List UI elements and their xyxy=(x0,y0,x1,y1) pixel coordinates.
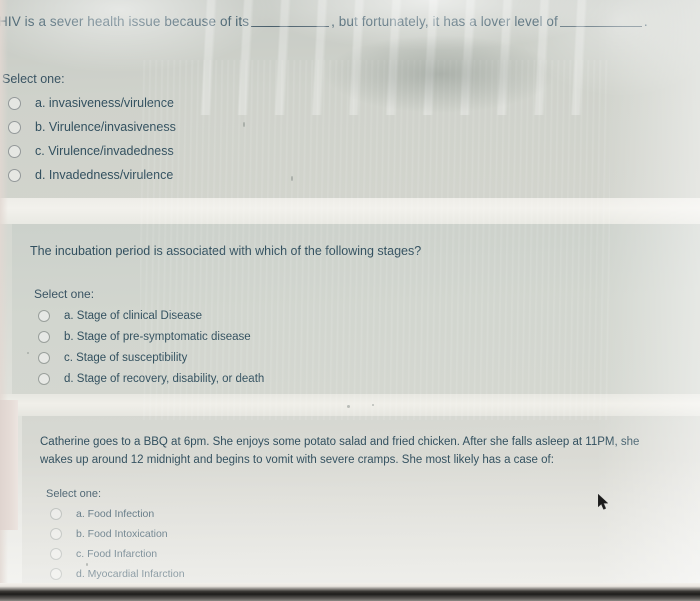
question-1-option-c[interactable]: c. Virulence/invadedness xyxy=(8,144,696,158)
question-1-options: a. invasiveness/virulence b. Virulence/i… xyxy=(0,96,696,182)
quiz-screenshot: HIV is a sever health issue because of i… xyxy=(0,0,700,601)
question-1-stem-part3: . xyxy=(643,14,648,29)
question-1-select-one-label: Select one: xyxy=(2,72,65,87)
radio-button-icon[interactable] xyxy=(50,567,62,580)
radio-button-icon[interactable] xyxy=(38,351,50,364)
question-3-option-c[interactable]: c. Food Infarction xyxy=(50,547,690,560)
question-1-stem-part2: , but fortunately, it has a lover level … xyxy=(331,14,558,29)
question-2-options: a. Stage of clinical Disease b. Stage of… xyxy=(22,309,690,385)
question-1-option-a-label: a. invasiveness/virulence xyxy=(35,96,174,111)
radio-button-icon[interactable] xyxy=(50,527,62,540)
radio-button-icon[interactable] xyxy=(8,120,21,134)
question-3-option-b-label: b. Food Intoxication xyxy=(76,527,168,540)
question-2-option-b-label: b. Stage of pre-symptomatic disease xyxy=(64,330,251,343)
card-separator-2 xyxy=(0,394,700,416)
question-1-option-d[interactable]: d. Invadedness/virulence xyxy=(8,168,696,182)
mouse-pointer-icon xyxy=(598,494,610,512)
question-1-stem: HIV is a sever health issue because of i… xyxy=(0,12,696,32)
radio-button-icon[interactable] xyxy=(50,507,62,520)
question-2-stem: The incubation period is associated with… xyxy=(30,244,422,258)
radio-button-icon[interactable] xyxy=(8,96,21,110)
radio-button-icon[interactable] xyxy=(38,372,50,385)
dust-speck xyxy=(372,404,374,406)
radio-button-icon[interactable] xyxy=(50,547,62,560)
dust-speck xyxy=(27,352,29,354)
dust-speck xyxy=(347,405,350,408)
question-3-option-d-label: d. Myocardial Infarction xyxy=(76,567,185,580)
question-2-option-b[interactable]: b. Stage of pre-symptomatic disease xyxy=(38,330,690,343)
question-3-select-one-label: Select one: xyxy=(46,487,102,500)
question-3-options: a. Food Infection b. Food Intoxication c… xyxy=(32,507,690,580)
question-2-option-c-label: c. Stage of susceptibility xyxy=(64,351,188,364)
question-2-option-c[interactable]: c. Stage of susceptibility xyxy=(38,351,690,364)
question-2-option-d-label: d. Stage of recovery, disability, or dea… xyxy=(64,372,265,385)
radio-button-icon[interactable] xyxy=(8,144,21,158)
question-3-option-c-label: c. Food Infarction xyxy=(76,547,158,560)
question-1-option-a[interactable]: a. invasiveness/virulence xyxy=(8,96,696,110)
radio-button-icon[interactable] xyxy=(8,168,21,182)
question-3-option-b[interactable]: b. Food Intoxication xyxy=(50,527,690,540)
radio-button-icon[interactable] xyxy=(38,309,50,322)
question-3-option-a[interactable]: a. Food Infection xyxy=(50,507,690,520)
question-2-option-a-label: a. Stage of clinical Disease xyxy=(64,309,203,322)
question-2-select-one-label: Select one: xyxy=(34,286,95,301)
dust-speck xyxy=(86,563,88,566)
card-separator-1 xyxy=(0,198,700,224)
question-card-1: HIV is a sever health issue because of i… xyxy=(0,0,700,198)
question-2-option-a[interactable]: a. Stage of clinical Disease xyxy=(38,309,690,322)
question-1-blank-2 xyxy=(559,26,642,27)
question-1-option-d-label: d. Invadedness/virulence xyxy=(35,168,174,183)
dust-speck xyxy=(291,176,293,181)
question-3-option-d[interactable]: d. Myocardial Infarction xyxy=(50,567,690,580)
question-3-stem: Catherine goes to a BBQ at 6pm. She enjo… xyxy=(40,436,640,466)
question-1-option-c-label: c. Virulence/invadedness xyxy=(35,144,174,159)
question-2-option-d[interactable]: d. Stage of recovery, disability, or dea… xyxy=(38,372,690,385)
question-1-blank-1 xyxy=(251,26,330,27)
question-1-option-b-label: b. Virulence/invasiveness xyxy=(35,120,176,135)
radio-button-icon[interactable] xyxy=(38,330,50,343)
left-edge-band xyxy=(0,400,18,530)
monitor-bezel xyxy=(0,583,700,601)
question-card-2: The incubation period is associated with… xyxy=(12,224,700,394)
question-1-option-b[interactable]: b. Virulence/invasiveness xyxy=(8,120,696,134)
question-3-option-a-label: a. Food Infection xyxy=(76,507,155,520)
dust-speck xyxy=(243,122,245,127)
question-1-stem-part1: HIV is a sever health issue because of i… xyxy=(0,14,250,29)
